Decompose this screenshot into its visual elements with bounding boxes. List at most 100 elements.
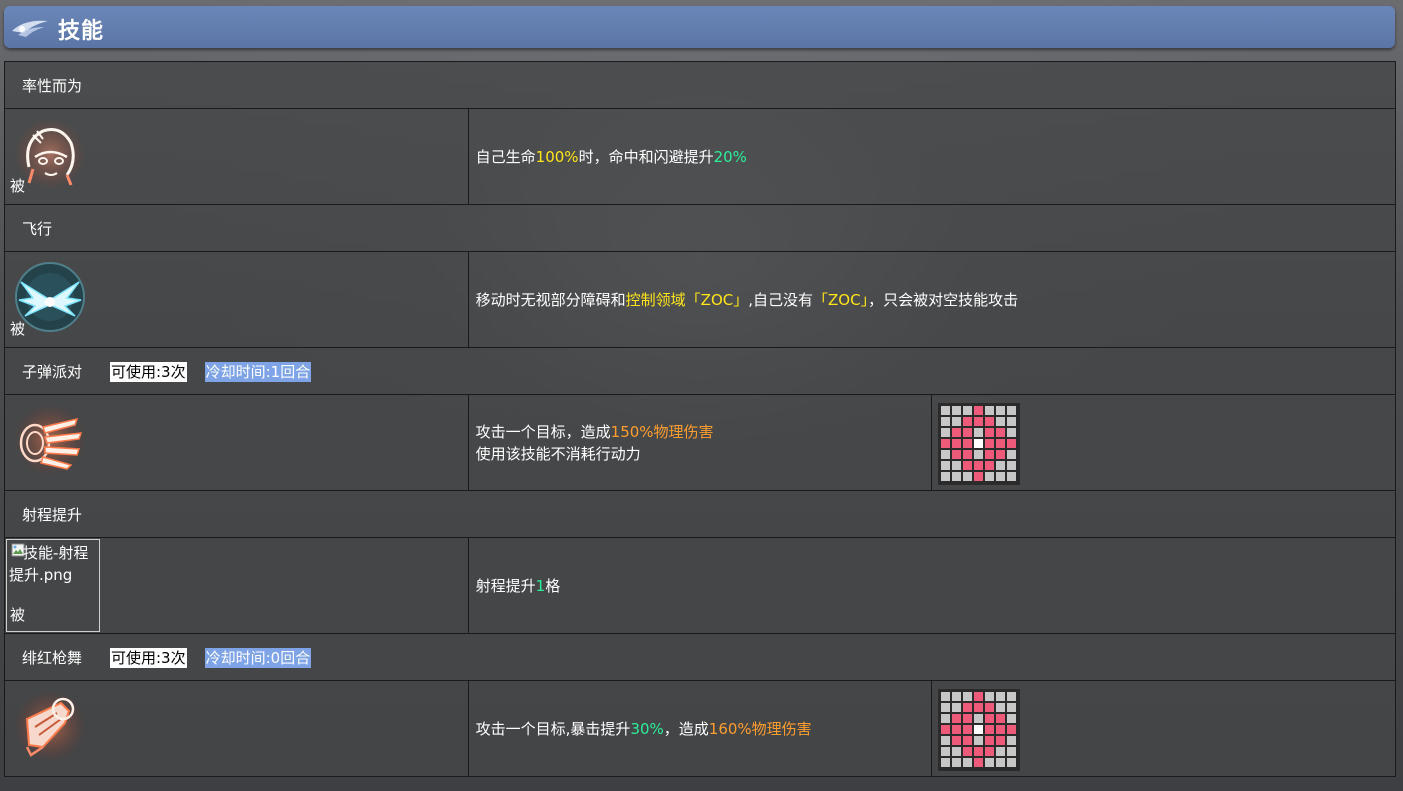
range-grid-cell [941,747,951,756]
range-grid-cell [1007,758,1017,767]
range-grid-cell [996,450,1006,459]
range-grid-cell [1007,428,1017,437]
uses-badge: 可使用:3次 [110,647,187,668]
range-grid-cell [941,417,951,426]
range-grid-cell [985,439,995,448]
skill-description: 攻击一个目标,暴击提升30%，造成160%物理伤害 [467,680,933,777]
range-grid-cell [974,472,984,481]
range-grid-cell [996,428,1006,437]
range-grid-cell [952,472,962,481]
range-grid-cell [996,406,1006,415]
range-grid-cell [952,692,962,701]
range-grid-cell [941,758,951,767]
range-grid-cell [985,703,995,712]
cooldown-badge: 冷却时间:0回合 [204,647,312,668]
skill-name-cell: 子弹派对 可使用:3次 冷却时间:1回合 [4,347,1396,395]
attack-range-grid-icon [938,403,1021,485]
passive-label: 被 [10,320,26,338]
range-grid-cell [952,450,962,459]
skills-table: 率性而为 被 自己生命100%时，命中和闪避提升20% 飞行 被 移动时无视部分… [4,61,1397,777]
range-grid-cell [941,450,951,459]
range-grid-cell [985,428,995,437]
skill-description: 攻击一个目标，造成150%物理伤害 使用该技能不消耗行动力 [467,394,933,491]
skill-name-cell: 绯红枪舞 可使用:3次 冷却时间:0回合 [4,633,1396,681]
range-grid-cell [941,472,951,481]
range-grid-cell [974,703,984,712]
range-grid-cell [985,461,995,470]
skill-icon-cell [4,394,469,491]
range-grid-cell [996,417,1006,426]
range-grid-cell [1007,450,1017,459]
range-grid-cell [963,428,973,437]
range-grid-cell [996,747,1006,756]
range-grid-cell [941,725,951,734]
range-grid-cell [941,703,951,712]
range-grid-cell [985,747,995,756]
range-grid-cell [985,417,995,426]
range-grid-cell [974,758,984,767]
passive-label: 被 [10,606,26,624]
range-grid-cell [941,461,951,470]
range-grid-cell [996,758,1006,767]
range-grid-cell [985,406,995,415]
range-grid-cell [952,406,962,415]
range-grid-cell [952,714,962,723]
range-grid-cell [952,703,962,712]
range-grid-cell [1007,725,1017,734]
range-grid-cell [985,758,995,767]
range-grid-cell [996,736,1006,745]
range-grid-cell [952,725,962,734]
range-grid-cell [963,461,973,470]
range-grid-cell [996,692,1006,701]
range-grid-cell [1007,472,1017,481]
skill-name: 子弹派对 [22,362,83,381]
skill-icon-cell: 被 [4,251,469,348]
range-grid-cell [1007,461,1017,470]
range-grid-cell [985,714,995,723]
range-grid-cell [941,439,951,448]
range-grid-cell [952,736,962,745]
range-grid-cell [963,758,973,767]
section-title: 技能 [58,19,105,44]
range-cell [931,394,1396,491]
range-grid-cell [941,714,951,723]
skill-name: 射程提升 [22,505,83,524]
range-grid-cell [1007,692,1017,701]
skill-description: 射程提升1格 [467,537,1397,634]
range-grid-cell [941,428,951,437]
broken-image-alt-text: 技能-射程提升.png [9,544,89,584]
range-grid-cell [996,472,1006,481]
range-grid-cell [941,406,951,415]
skill-name-cell: 率性而为 [4,61,1396,109]
skill-icon-cell: 被 [4,108,469,205]
header-wing-icon [12,20,48,37]
range-grid-cell [974,461,984,470]
range-grid-cell [952,428,962,437]
skill-name-cell: 飞行 [4,204,1396,252]
range-grid-cell [985,692,995,701]
range-grid-cell [1007,406,1017,415]
attack-range-grid-icon [938,689,1021,771]
passive-label: 被 [10,177,26,195]
range-grid-cell [1007,439,1017,448]
range-grid-cell [963,736,973,745]
range-grid-cell [963,406,973,415]
range-grid-cell [974,417,984,426]
range-grid-cell [985,725,995,734]
range-grid-cell [974,692,984,701]
range-grid-cell [941,692,951,701]
range-grid-cell [974,747,984,756]
range-grid-cell [952,461,962,470]
range-grid-cell [1007,736,1017,745]
range-grid-cell [963,747,973,756]
range-grid-cell [1007,703,1017,712]
range-grid-cell [985,472,995,481]
skill-name-cell: 射程提升 [4,490,1396,538]
skill-name: 飞行 [22,219,53,238]
range-grid-cell [996,703,1006,712]
description-line: 攻击一个目标，造成150%物理伤害 [475,422,714,441]
range-grid-cell [974,714,984,723]
range-grid-cell [1007,417,1017,426]
skill-description: 移动时无视部分障碍和控制领域「ZOC」,自己没有「ZOC」，只会被对空技能攻击 [467,251,1397,348]
range-grid-cell [963,439,973,448]
